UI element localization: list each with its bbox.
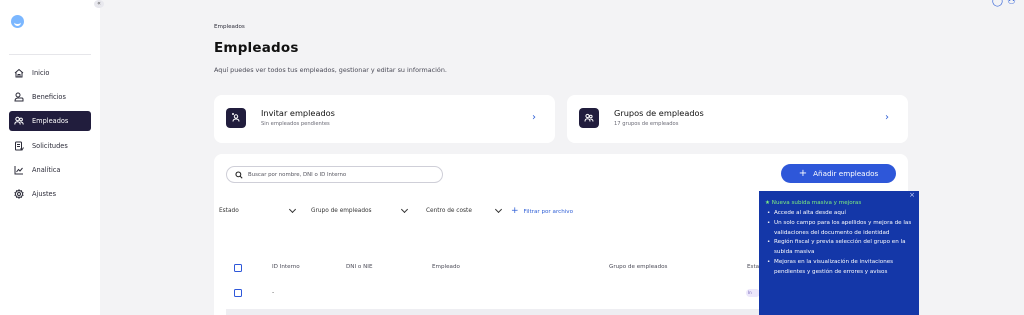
filter-estado[interactable]: Estado [219, 204, 297, 218]
sidebar-item-analitica[interactable]: Analítica [9, 160, 91, 180]
plus-icon: + [798, 167, 808, 179]
analytics-icon [14, 165, 23, 175]
sidebar-item-inicio[interactable]: Inicio [9, 63, 91, 83]
filter-file-label: Filtrar por archivo [523, 208, 574, 215]
invite-user-icon [226, 108, 246, 128]
sidebar-item-label: Empleados [32, 117, 69, 126]
sidebar-item-label: Solicitudes [32, 141, 68, 150]
home-icon [14, 68, 24, 78]
chevron-down-icon [288, 205, 297, 214]
filter-label: Estado [219, 208, 239, 214]
search-input[interactable] [248, 171, 428, 178]
user-icon[interactable]: ⚇ [1007, 0, 1020, 7]
employee-groups-card[interactable]: Grupos de empleados 17 grupos de emplead… [567, 95, 908, 143]
filter-grupo[interactable]: Grupo de empleados [311, 204, 409, 218]
sidebar-item-label: Analítica [32, 165, 61, 174]
sidebar-item-empleados[interactable]: Empleados [9, 111, 91, 132]
collapse-sidebar-button[interactable]: « [94, 0, 104, 8]
chevron-right-icon: › [885, 112, 889, 123]
filter-by-file-button[interactable]: + Filtrar por archivo [511, 207, 573, 216]
whats-new-tooltip: × ★ Nueva subida masiva y mejoras Accede… [759, 191, 919, 315]
list-item: Región fiscal y previa selección del gru… [765, 238, 913, 258]
row-checkbox[interactable] [234, 289, 242, 297]
card-subtitle: Sin empleados pendientes [261, 121, 330, 127]
invite-employees-card[interactable]: Invitar empleados Sin empleados pendient… [214, 95, 555, 143]
filter-centro[interactable]: Centro de coste [426, 204, 503, 218]
logo-icon[interactable] [11, 15, 24, 28]
filter-label: Centro de coste [426, 208, 472, 214]
tooltip-heading: ★ Nueva subida masiva y mejoras [765, 200, 862, 206]
select-all-checkbox[interactable] [234, 264, 242, 272]
add-employees-button[interactable]: + Añadir empleados [781, 164, 896, 183]
plus-icon: + [511, 206, 519, 216]
sidebar: Inicio Beneficios Empleados Solicitudes … [0, 0, 100, 315]
column-header[interactable]: ID Interno [272, 264, 300, 270]
settings-icon [14, 188, 24, 199]
requests-icon [15, 141, 24, 151]
sidebar-divider [9, 54, 91, 55]
tooltip-list: Accede al alta desde aquí Un solo campo … [765, 209, 913, 278]
sidebar-item-label: Inicio [32, 69, 50, 77]
list-item: Accede al alta desde aquí [765, 209, 913, 219]
card-title: Grupos de empleados [614, 108, 704, 118]
status-badge: In [746, 289, 760, 297]
add-employees-label: Añadir empleados [813, 169, 879, 178]
close-icon[interactable]: × [909, 191, 915, 199]
column-header[interactable]: Esta [747, 264, 759, 270]
card-subtitle: 17 grupos de empleados [614, 121, 679, 127]
breadcrumb[interactable]: Empleados [214, 24, 245, 30]
chevron-down-icon [400, 205, 409, 214]
column-header[interactable]: Empleado [432, 264, 460, 270]
list-item: Mejoras en la visualización de invitacio… [765, 258, 913, 278]
sidebar-item-label: Beneficios [32, 93, 66, 102]
help-icon[interactable]: ◯ [992, 0, 1007, 7]
page-title: Empleados [214, 40, 299, 56]
users-icon [14, 117, 24, 125]
column-header[interactable]: DNI o NIE [346, 264, 373, 270]
chevron-down-icon [494, 205, 503, 214]
page-description: Aquí puedes ver todos tus empleados, ges… [214, 66, 447, 74]
card-title: Invitar empleados [261, 108, 335, 118]
sidebar-item-beneficios[interactable]: Beneficios [9, 87, 91, 107]
benefits-icon [14, 92, 24, 102]
group-icon [579, 108, 599, 128]
column-header[interactable]: Grupo de empleados [609, 264, 667, 270]
table-cell-id: - [272, 289, 275, 296]
search-box[interactable] [226, 166, 443, 183]
sidebar-item-solicitudes[interactable]: Solicitudes [9, 136, 91, 156]
top-icons: ◯⚇ [992, 0, 1020, 7]
chevron-right-icon: › [532, 112, 536, 123]
list-item: Un solo campo para los apellidos y mejor… [765, 219, 913, 239]
sidebar-item-ajustes[interactable]: Ajustes [9, 184, 91, 204]
sidebar-item-label: Ajustes [32, 189, 57, 198]
filter-label: Grupo de empleados [311, 208, 372, 214]
search-icon [235, 170, 243, 179]
sidebar-nav: Inicio Beneficios Empleados Solicitudes … [9, 63, 91, 208]
